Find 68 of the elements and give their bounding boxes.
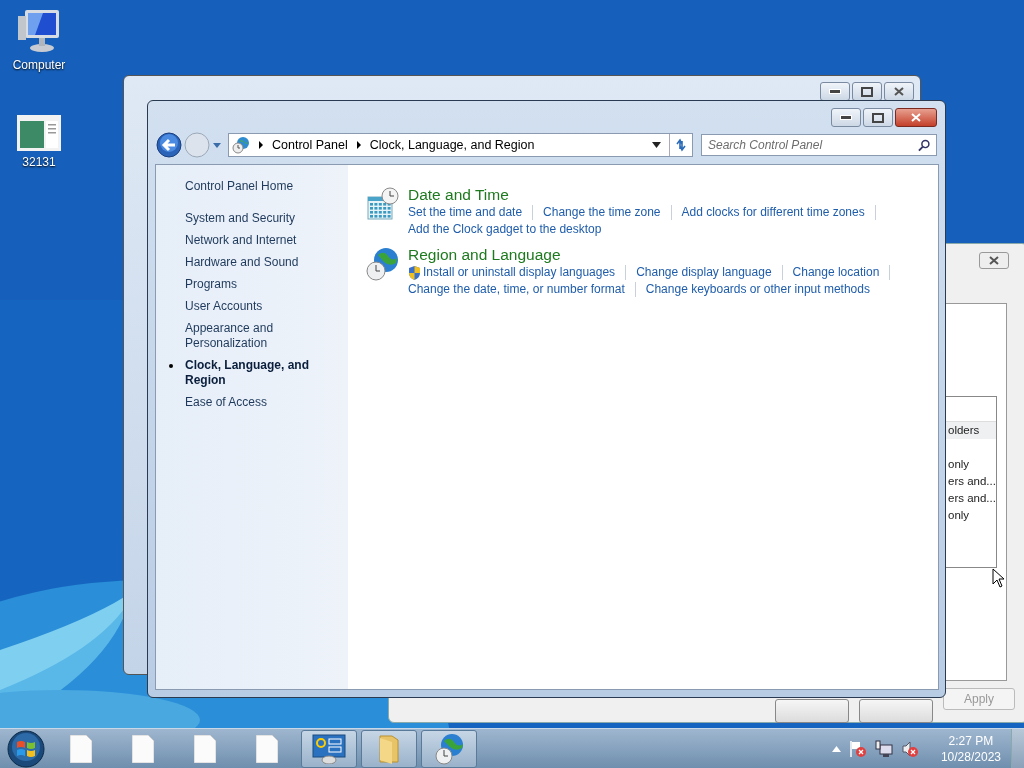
sidebar-link[interactable]: System and Security [185, 211, 296, 226]
minimize-button[interactable] [831, 108, 861, 127]
task-link[interactable]: Set the time and date [408, 205, 523, 220]
dropdown-arrow-icon[interactable] [652, 142, 661, 148]
task-link[interactable]: Add clocks for different time zones [681, 205, 865, 220]
sidebar-link[interactable]: Control Panel Home [185, 179, 294, 194]
shield-icon [408, 265, 421, 280]
close-icon [988, 256, 1000, 265]
breadcrumb-item[interactable]: Control Panel [272, 138, 348, 152]
task-link[interactable]: Change location [792, 265, 880, 280]
category-title[interactable]: Date and Time [408, 185, 509, 205]
task-link[interactable]: Add the Clock gadget to the desktop [408, 222, 602, 237]
window-file-icon[interactable] [17, 115, 61, 151]
document-icon [256, 734, 278, 763]
network-icon[interactable] [874, 739, 893, 758]
task-link[interactable]: Install or uninstall display languages [423, 265, 616, 280]
document-icon [194, 734, 216, 763]
sidebar-link[interactable]: Programs [185, 277, 237, 292]
list-item[interactable]: ers and... [946, 490, 996, 507]
chevron-icon[interactable] [258, 141, 264, 149]
dialog-button[interactable] [859, 699, 933, 723]
breadcrumb-item[interactable]: Clock, Language, and Region [369, 138, 535, 152]
start-button[interactable] [7, 729, 45, 768]
sidebar-link[interactable]: User Accounts [185, 299, 263, 314]
sidebar-link[interactable]: Appearance and Personalization [185, 321, 348, 351]
list-item[interactable]: only [946, 456, 996, 473]
list-item[interactable]: ers and... [946, 473, 996, 490]
desktop-icon-label[interactable]: 32131 [22, 155, 56, 169]
globe-icon [232, 136, 250, 154]
close-button[interactable] [979, 252, 1009, 269]
close-icon [894, 87, 904, 96]
sidebar-link[interactable]: Hardware and Sound [185, 255, 299, 270]
task-link[interactable]: Change display language [636, 265, 772, 280]
task-link[interactable]: Change the date, time, or number format [408, 282, 625, 297]
control-panel-icon [312, 733, 346, 764]
list-item[interactable]: olders [946, 422, 996, 439]
address-bar[interactable]: Control Panel Clock, Language, and Region [228, 133, 693, 157]
globe-clock-icon [366, 247, 400, 281]
category-title[interactable]: Region and Language [408, 245, 561, 265]
desktop-icon-label[interactable]: Computer [12, 58, 66, 72]
bullet-icon [169, 364, 173, 368]
taskbar-button[interactable] [301, 729, 357, 768]
flag-error-icon[interactable] [848, 739, 867, 758]
close-icon [911, 113, 921, 122]
search-box[interactable]: Search Control Panel [701, 134, 937, 156]
search-field[interactable]: Search Control Panel [708, 136, 904, 154]
document-icon [132, 734, 154, 763]
muted-speaker-icon[interactable] [900, 739, 919, 758]
globe-clock-icon [434, 732, 464, 765]
sidebar-link[interactable]: Clock, Language, and Region [185, 358, 348, 388]
maximize-button[interactable] [863, 108, 893, 127]
search-icon[interactable] [918, 138, 930, 152]
refresh-icon [674, 138, 688, 152]
calendar-clock-icon [366, 187, 400, 221]
sidebar-link[interactable]: Network and Internet [185, 233, 297, 248]
show-hidden-icons-button[interactable] [831, 745, 841, 752]
chevron-icon[interactable] [355, 141, 362, 149]
task-link[interactable]: Change the time zone [543, 205, 661, 220]
sidebar-link[interactable]: Ease of Access [185, 395, 268, 410]
taskbar-button[interactable] [421, 729, 477, 768]
task-link[interactable]: Change keyboards or other input methods [645, 282, 870, 297]
folder-icon [378, 733, 400, 764]
taskbar-button[interactable] [361, 729, 417, 768]
list-item[interactable]: only [946, 507, 996, 524]
close-button[interactable] [895, 108, 937, 127]
back-button[interactable] [156, 132, 182, 158]
document-icon [70, 734, 92, 763]
dialog-button[interactable] [775, 699, 849, 723]
